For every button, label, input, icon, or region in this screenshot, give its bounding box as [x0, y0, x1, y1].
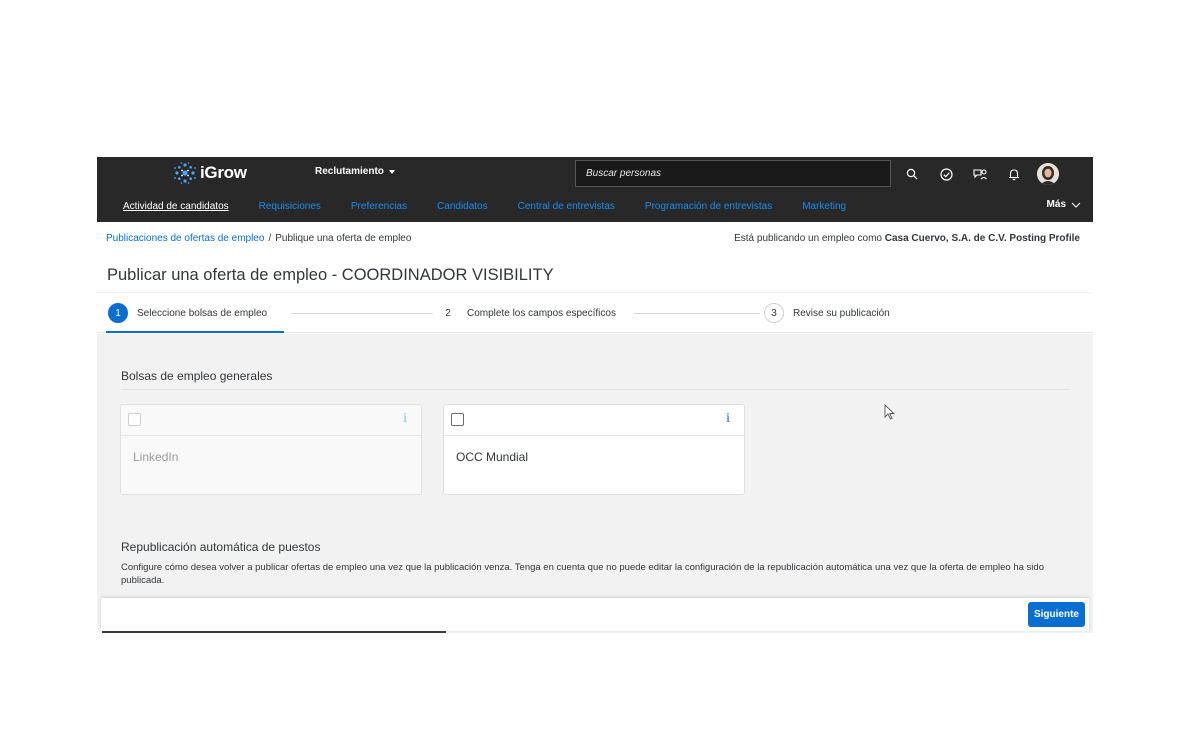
caret-down-icon [388, 169, 395, 174]
job-board-name: LinkedIn [133, 450, 179, 464]
select-checkbox [128, 413, 141, 426]
divider [121, 389, 1069, 390]
nav-item-requisiciones[interactable]: Requisiciones [259, 201, 321, 212]
logo-text: iGrow [200, 163, 247, 182]
check-circle-icon[interactable] [935, 163, 957, 185]
shell-actions [901, 163, 1059, 185]
republish-description: Configure cómo desea volver a publicar o… [121, 562, 1044, 586]
job-board-name: OCC Mundial [456, 450, 529, 464]
igrow-logo-icon [174, 162, 196, 184]
mouse-cursor-icon [884, 404, 895, 420]
step-number: 2 [438, 303, 458, 323]
nav-item-programacion-de-entrevistas[interactable]: Programación de entrevistas [645, 201, 772, 212]
active-step-indicator [106, 331, 284, 333]
next-button[interactable]: Siguiente [1027, 602, 1085, 627]
step-1[interactable]: 1 Seleccione bolsas de empleo [108, 303, 267, 323]
card-header: i [444, 405, 744, 436]
step-label: Seleccione bolsas de empleo [137, 307, 268, 319]
step-label: Revise su publicación [793, 307, 890, 319]
nav-item-preferencias[interactable]: Preferencias [351, 201, 407, 212]
step-label: Complete los campos específicos [467, 307, 616, 319]
breadcrumb: Publicaciones de ofertas de empleo / Pub… [106, 233, 411, 244]
nav-item-actividad-de-candidatos[interactable]: Actividad de candidatos [123, 201, 229, 212]
posting-profile-text: Está publicando un empleo como Casa Cuer… [734, 233, 1080, 244]
breadcrumb-link[interactable]: Publicaciones de ofertas de empleo [106, 233, 264, 244]
posting-prefix: Está publicando un empleo como [734, 233, 882, 244]
step-connector [291, 313, 433, 314]
search-input[interactable] [576, 161, 890, 186]
more-label: Más [1046, 199, 1066, 210]
step-2[interactable]: 2 Complete los campos específicos [438, 303, 616, 323]
module-switcher[interactable]: Reclutamiento [315, 166, 395, 177]
step-3[interactable]: 3 Revise su publicación [764, 303, 890, 323]
nav-item-central-de-entrevistas[interactable]: Central de entrevistas [518, 201, 615, 212]
wizard-steps: 1 Seleccione bolsas de empleo 2 Complete… [97, 292, 1093, 333]
content-area: Bolsas de empleo generales i LinkedIn i … [97, 334, 1093, 633]
bell-icon[interactable] [1003, 163, 1025, 185]
job-board-card-occ-mundial[interactable]: i OCC Mundial [443, 404, 745, 495]
chevron-down-icon [1071, 202, 1081, 208]
bottom-overlay-strip [102, 631, 446, 633]
step-connector [634, 313, 760, 314]
step-number: 3 [764, 303, 784, 323]
card-header: i [121, 405, 421, 436]
nav-items: Actividad de candidatos Requisiciones Pr… [123, 190, 846, 222]
people-search[interactable] [575, 160, 891, 187]
app-window: iGrow Reclutamiento Buscar personas Acti… [97, 157, 1103, 633]
section-title-general-boards: Bolsas de empleo generales [121, 369, 273, 383]
chat-icon[interactable] [969, 163, 991, 185]
posting-profile-name: Casa Cuervo, S.A. de C.V. Posting Profil… [884, 233, 1080, 244]
info-icon: i [403, 411, 407, 426]
search-icon[interactable] [901, 163, 923, 185]
nav-item-candidatos[interactable]: Candidatos [437, 201, 488, 212]
breadcrumb-separator: / [268, 233, 272, 244]
breadcrumb-current: Publique una oferta de empleo [275, 233, 412, 244]
avatar[interactable] [1037, 163, 1059, 185]
select-checkbox[interactable] [451, 413, 464, 426]
nav-item-marketing[interactable]: Marketing [802, 201, 846, 212]
section-title-republish: Republicación automática de puestos [121, 540, 321, 554]
page-title: Publicar una oferta de empleo - COORDINA… [107, 266, 554, 284]
nav-bar: Actividad de candidatos Requisiciones Pr… [97, 190, 1093, 222]
step-number: 1 [108, 303, 128, 323]
more-menu-button[interactable]: Más [1047, 199, 1081, 210]
module-label: Reclutamiento [315, 166, 384, 177]
info-icon[interactable]: i [726, 411, 730, 427]
shell-bar: iGrow Reclutamiento [97, 157, 1093, 190]
footer-bar: Siguiente [101, 598, 1089, 631]
logo[interactable]: iGrow [173, 162, 247, 184]
job-board-card-linkedin: i LinkedIn [120, 404, 422, 495]
